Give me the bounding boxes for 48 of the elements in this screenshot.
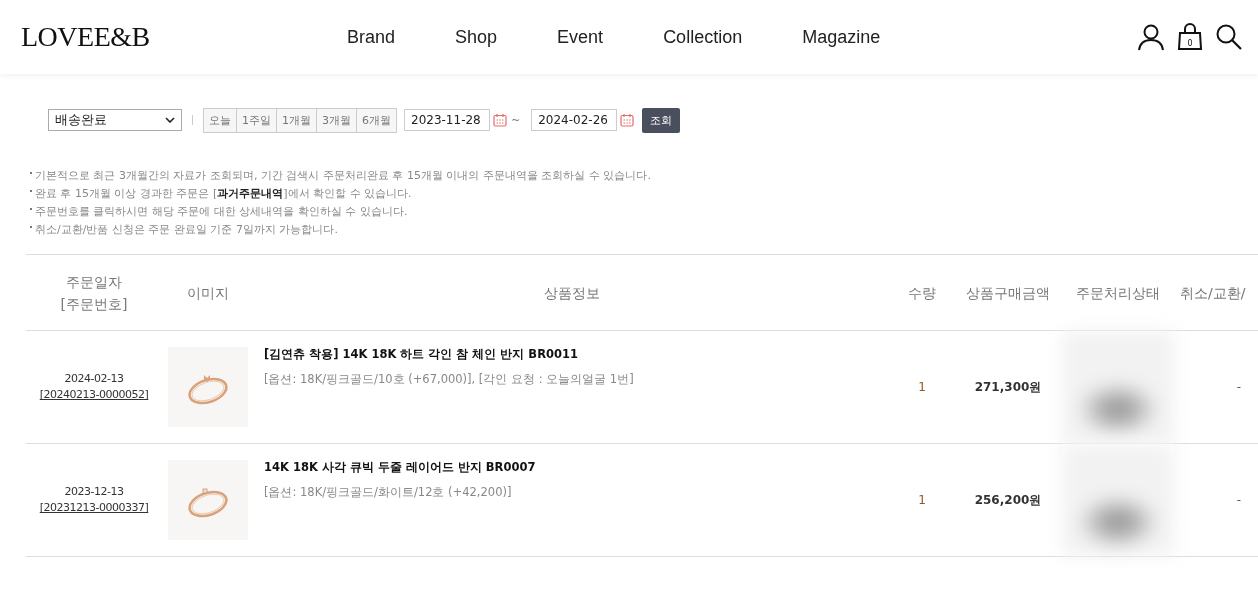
user-icon[interactable] <box>1137 23 1165 51</box>
site-logo[interactable]: LOVEE&B <box>21 21 321 53</box>
notice-text: 완료 후 15개월 이상 경과한 주문은 [과거주문내역]에서 확인할 수 있습니다. <box>35 186 412 202</box>
nav-link[interactable]: Magazine <box>802 26 881 48</box>
empty-value: - <box>1236 493 1242 507</box>
column-header: [주문번호] <box>60 294 128 314</box>
order-number-link[interactable]: [20231213-0000337] <box>39 500 149 516</box>
quantity: 1 <box>918 380 926 394</box>
notice-text: 주문번호를 클릭하시면 해당 주문에 대한 상세내역을 확인하실 수 있습니다. <box>35 204 408 220</box>
notice-text: 기본적으로 최근 3개월간의 자료가 조회되며, 기간 검색시 주문처리완료 후 15개월 이내의 주문내역을 조회하실 수 있습니다. <box>35 168 651 184</box>
calendar-icon[interactable] <box>620 113 635 127</box>
product-name[interactable]: [김연츄 착용] 14K 18K 하트 각인 참 체인 반지 BR0011 <box>264 347 578 362</box>
product-options: [옵션: 18K/핑크골드/10호 (+67,000)], [각인 요청 : 오늘의얼굴 1번] <box>264 372 634 387</box>
order-date: 2024-02-13 <box>64 371 124 387</box>
column-header: 상품구매금액 <box>966 283 1050 303</box>
product-options: [옵션: 18K/핑크골드/화이트/12호 (+42,200)] <box>264 485 512 500</box>
period-button[interactable]: 1개월 <box>277 108 317 132</box>
period-button[interactable]: 3개월 <box>317 108 357 132</box>
empty-value: - <box>1236 380 1242 394</box>
status-dropdown[interactable]: 배송완료 <box>48 109 182 131</box>
product-name[interactable]: 14K 18K 사각 큐빅 두줄 레이어드 반지 BR0007 <box>264 460 536 475</box>
calendar-icon[interactable] <box>493 113 507 127</box>
period-button[interactable]: 오늘 <box>204 108 237 132</box>
order-number-link[interactable]: [20240213-0000052] <box>39 387 149 403</box>
range-separator: ~ <box>511 113 521 127</box>
period-button[interactable]: 1주일 <box>237 108 277 132</box>
search-icon[interactable] <box>1215 23 1243 51</box>
price: 271,300원 <box>974 378 1042 396</box>
period-button[interactable]: 6개월 <box>357 108 396 132</box>
column-header: 이미지 <box>187 283 229 303</box>
notice-text: 취소/교환/반품 신청은 주문 완료일 기준 7일까지 가능합니다. <box>35 222 338 238</box>
column-header: 취소/교환/ <box>1180 283 1246 303</box>
column-header: 수량 <box>908 283 936 303</box>
search-button[interactable]: 조회 <box>642 107 681 133</box>
quantity: 1 <box>918 493 926 507</box>
nav-link[interactable]: Brand <box>347 26 396 48</box>
price: 256,200원 <box>974 491 1042 509</box>
column-header: 상품정보 <box>544 283 600 303</box>
cart-count: 0 <box>1187 39 1193 48</box>
date-field[interactable]: 2024-02-26 <box>531 109 618 131</box>
nav-link[interactable]: Event <box>557 26 604 48</box>
nav-link[interactable]: Shop <box>455 26 498 48</box>
column-header: 주문일자 <box>66 272 122 292</box>
chevron-icon <box>165 117 175 123</box>
order-date: 2023-12-13 <box>64 484 124 500</box>
column-header: 주문처리상태 <box>1076 283 1160 303</box>
nav-link[interactable]: Collection <box>663 26 743 48</box>
date-field[interactable]: 2023-11-28 <box>404 109 490 131</box>
